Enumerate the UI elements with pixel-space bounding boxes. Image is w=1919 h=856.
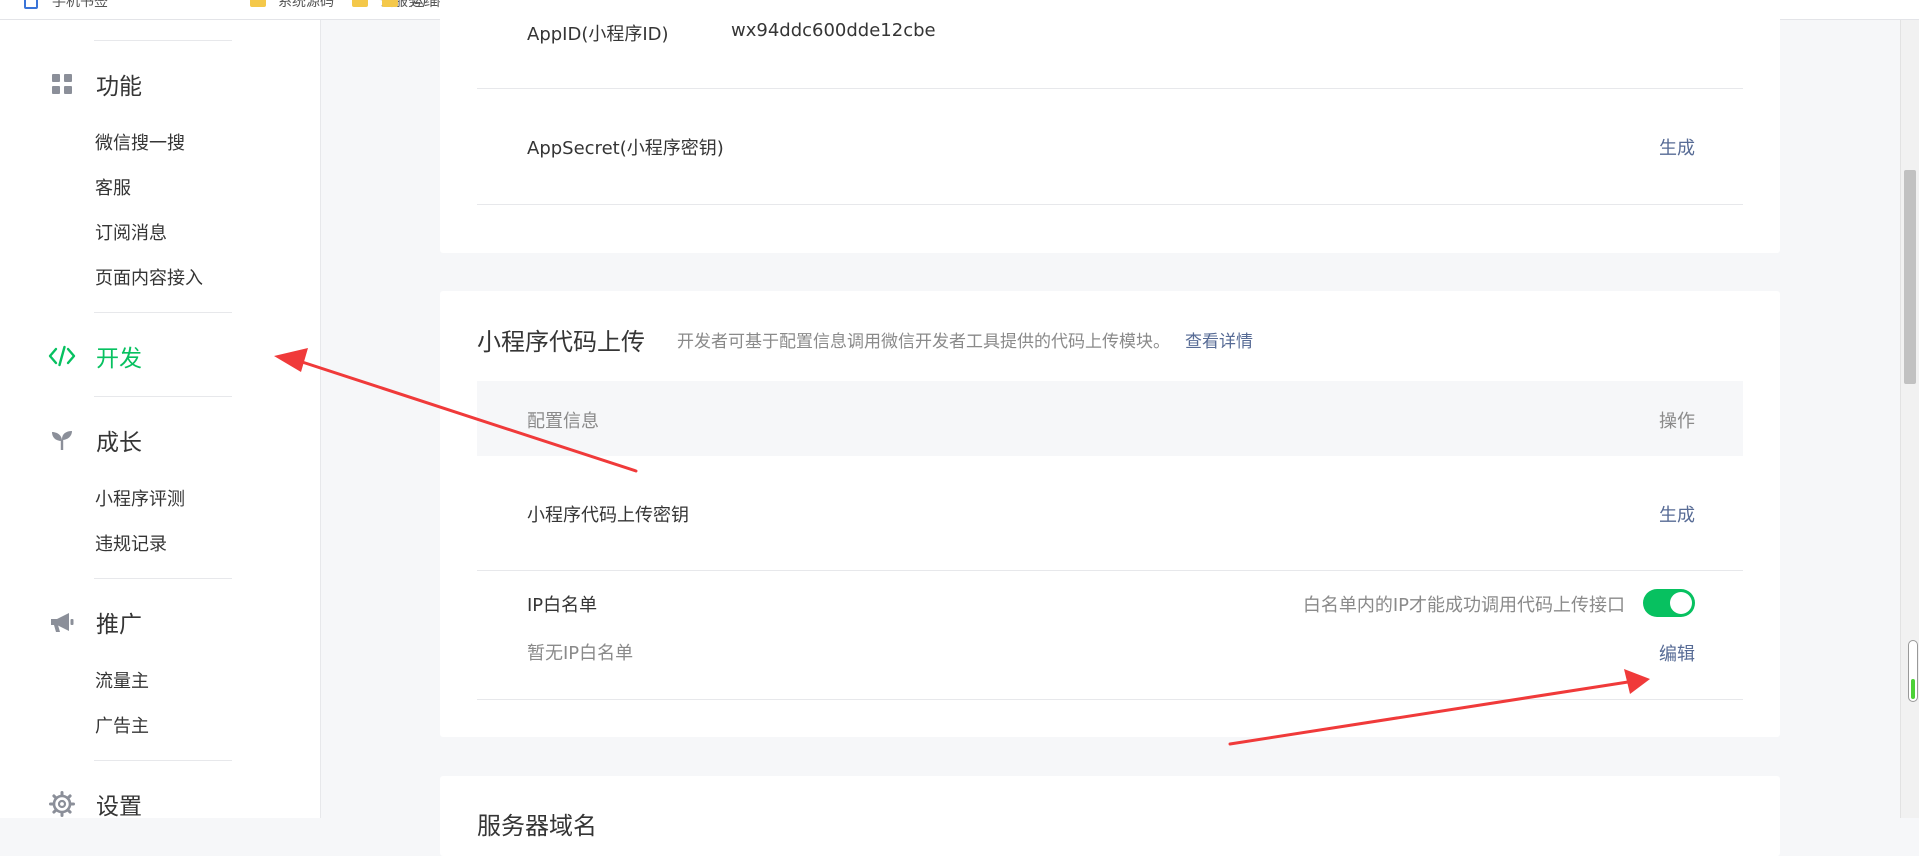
server-domain-title: 服务器域名 [477, 812, 597, 840]
megaphone-icon [48, 608, 76, 636]
sidebar-section-chengzhang[interactable]: 成长 [48, 420, 142, 460]
upload-key-generate-link[interactable]: 生成 [1659, 501, 1695, 527]
gear-icon [48, 790, 76, 818]
upload-key-row: 小程序代码上传密钥 生成 [477, 456, 1743, 571]
dev-settings-card: AppID(小程序ID) wx94ddc600dde12cbe AppSecre… [440, 0, 1780, 253]
code-upload-card: 小程序代码上传 开发者可基于配置信息调用微信开发者工具提供的代码上传模块。 查看… [440, 291, 1780, 737]
bookmark-label: 运维 [410, 0, 438, 10]
sidebar-section-label: 设置 [96, 794, 142, 820]
sidebar-section-label: 成长 [96, 430, 142, 456]
appsecret-label: AppSecret(小程序密钥) [527, 138, 724, 159]
bookmark-label: 系统源码 [278, 0, 334, 10]
sprout-icon [48, 426, 76, 454]
sidebar-item-weixin-search[interactable]: 微信搜一搜 [95, 131, 185, 157]
sidebar-item-advertiser[interactable]: 广告主 [95, 714, 149, 740]
sidebar-section-kaifa[interactable]: 开发 [48, 336, 142, 376]
sidebar-section-label: 开发 [96, 346, 142, 372]
sidebar-section-gongneng[interactable]: 功能 [48, 64, 142, 104]
appsecret-generate-link[interactable]: 生成 [1659, 134, 1695, 160]
sidebar-divider [94, 40, 232, 41]
sidebar-item-traffic-owner[interactable]: 流量主 [95, 669, 149, 695]
appid-row: AppID(小程序ID) wx94ddc600dde12cbe [477, 0, 1743, 89]
bookmark-item[interactable]: 运维 [382, 0, 438, 11]
upload-description: 开发者可基于配置信息调用微信开发者工具提供的代码上传模块。 [677, 332, 1170, 352]
sidebar-section-label: 功能 [96, 74, 142, 100]
folder-icon [382, 0, 398, 7]
battery-widget-icon [1908, 640, 1918, 702]
appsecret-row: AppSecret(小程序密钥) 生成 [477, 88, 1743, 205]
bookmark-item[interactable]: 手机书签 [24, 0, 108, 11]
upload-title: 小程序代码上传 [477, 328, 645, 356]
sidebar-nav: 功能 微信搜一搜 客服 订阅消息 页面内容接入 开发 成长 小程序评测 违规记录 [0, 20, 321, 820]
sidebar-divider [94, 312, 232, 313]
ip-whitelist-row: IP白名单 白名单内的IP才能成功调用代码上传接口 暂无IP白名单 编辑 [477, 571, 1743, 700]
sidebar-item-violations[interactable]: 违规记录 [95, 532, 167, 558]
sidebar-divider [94, 760, 232, 761]
server-domain-card: 服务器域名 [440, 776, 1780, 856]
sidebar-item-subscribe-message[interactable]: 订阅消息 [95, 221, 167, 247]
sidebar-divider [94, 578, 232, 579]
sidebar-item-page-content[interactable]: 页面内容接入 [95, 266, 203, 292]
ip-whitelist-toggle[interactable] [1643, 589, 1695, 617]
config-table-header: 配置信息 操作 [477, 381, 1743, 456]
ip-whitelist-label: IP白名单 [527, 595, 598, 616]
code-icon [48, 342, 76, 370]
folder-icon [250, 0, 266, 7]
scrollbar-thumb[interactable] [1904, 170, 1916, 384]
grid-icon [48, 70, 76, 98]
appid-value: wx94ddc600dde12cbe [731, 20, 936, 41]
sidebar-section-shezhi[interactable]: 设置 [48, 784, 142, 824]
bookmark-label: 手机书签 [52, 0, 108, 10]
ip-whitelist-empty: 暂无IP白名单 [527, 643, 634, 664]
sidebar-section-label: 推广 [96, 612, 142, 638]
page-icon [24, 0, 38, 9]
appid-label: AppID(小程序ID) [527, 24, 669, 45]
bookmark-item[interactable]: 系统源码 [250, 0, 334, 11]
sidebar-item-evaluation[interactable]: 小程序评测 [95, 487, 185, 513]
sidebar-divider [94, 396, 232, 397]
sidebar-section-tuiguang[interactable]: 推广 [48, 602, 142, 642]
folder-icon [352, 0, 368, 7]
upload-key-label: 小程序代码上传密钥 [527, 505, 689, 526]
ip-whitelist-hint: 白名单内的IP才能成功调用代码上传接口 [1302, 595, 1625, 616]
ip-whitelist-edit-link[interactable]: 编辑 [1659, 640, 1695, 666]
header-config: 配置信息 [527, 411, 599, 432]
upload-details-link[interactable]: 查看详情 [1185, 327, 1253, 352]
toggle-knob [1670, 592, 1692, 614]
sidebar-item-kefu[interactable]: 客服 [95, 176, 131, 202]
header-action: 操作 [1659, 411, 1695, 432]
